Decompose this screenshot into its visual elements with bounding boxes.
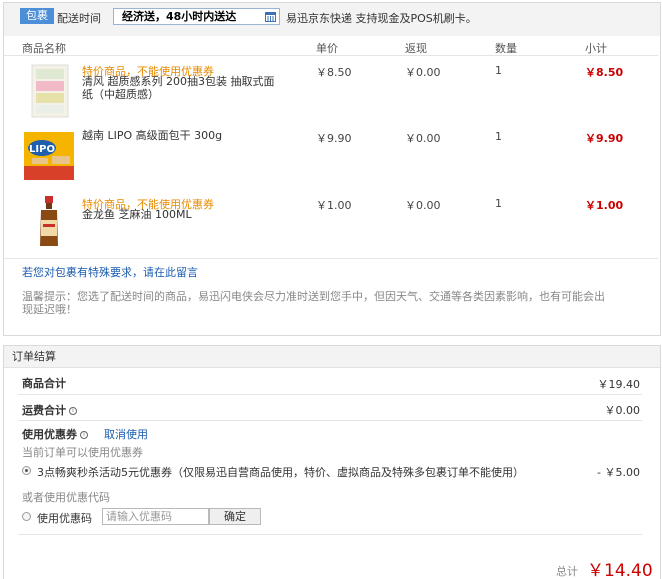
ship-time-select[interactable]: 经济送，48小时内送达 — [113, 8, 280, 25]
notice-line: 温馨提示：您选了配送时间的商品，易迅闪电侠会尽力准时送到您手中，但因天气、交通等… — [22, 290, 605, 303]
column-header-subtotal: 小计 — [585, 42, 607, 55]
shipping-total-value: ￥0.00 — [604, 404, 641, 417]
grand-total-label: 总计 — [556, 565, 578, 578]
product-name-line: 纸（中超质感） — [82, 88, 159, 101]
product-image-lipo[interactable]: LIPO — [22, 128, 76, 184]
cancel-coupon-link[interactable]: 取消使用 — [104, 426, 148, 442]
divider — [18, 394, 642, 395]
quantity: 1 — [495, 64, 502, 77]
svg-text:LIPO: LIPO — [29, 144, 55, 155]
info-icon[interactable]: i — [80, 431, 88, 439]
product-name-line: 清风 超质感系列 200抽3包装 抽取式面 — [82, 75, 275, 88]
delivery-notice: 温馨提示：您选了配送时间的商品，易迅闪电侠会尽力准时送到您手中，但因天气、交通等… — [22, 290, 662, 316]
column-header-price: 单价 — [316, 42, 338, 55]
quantity: 1 — [495, 197, 502, 210]
package-badge: 包裹 — [20, 8, 54, 24]
product-image-sesame-oil[interactable] — [22, 194, 76, 250]
coupon-discount-value: - ￥5.00 — [597, 466, 640, 479]
shipping-total-label: 运费合计 — [22, 404, 66, 417]
unit-price: ￥9.90 — [316, 132, 352, 145]
product-name[interactable]: 越南 LIPO 高级面包干 300g — [82, 129, 222, 142]
ship-time-value: 经济送，48小时内送达 — [122, 10, 237, 23]
info-icon[interactable]: i — [69, 407, 77, 415]
notice-line: 现延迟哦！ — [22, 303, 77, 316]
special-request-link[interactable]: 若您对包裹有特殊要求，请在此留言 — [22, 264, 198, 280]
column-header-quantity: 数量 — [495, 42, 517, 55]
ship-description: 易迅京东快递 支持现金及POS机刷卡。 — [286, 12, 477, 25]
product-name[interactable]: 金龙鱼 芝麻油 100ML — [82, 208, 192, 221]
divider — [3, 55, 658, 56]
unit-price: ￥8.50 — [316, 66, 352, 79]
cashback: ￥0.00 — [405, 66, 441, 79]
calendar-icon[interactable] — [265, 11, 276, 22]
coupon-section: 使用优惠券 i — [22, 426, 88, 442]
coupon-hint: 当前订单可以使用优惠券 — [22, 446, 143, 459]
subtotal: ￥1.00 — [585, 199, 624, 212]
coupon-option[interactable]: 3点畅爽秒杀活动5元优惠券（仅限易迅自营商品使用，特价、虚拟商品及特殊多包裹订单… — [37, 464, 524, 480]
shipping-total: 运费合计 i — [22, 402, 77, 418]
unit-price: ￥1.00 — [316, 199, 352, 212]
product-name[interactable]: 清风 超质感系列 200抽3包装 抽取式面 纸（中超质感） — [82, 75, 274, 101]
promo-code-input[interactable]: 请输入优惠码 — [102, 508, 209, 525]
subtotal: ￥9.90 — [585, 132, 624, 145]
product-image-tissue[interactable] — [22, 63, 76, 119]
divider — [18, 534, 642, 535]
goods-total-value: ￥19.40 — [597, 378, 641, 391]
column-header-cashback: 返现 — [405, 42, 427, 55]
cashback: ￥0.00 — [405, 132, 441, 145]
promo-code-hint: 或者使用优惠代码 — [22, 491, 110, 504]
ship-time-label: 配送时间 — [57, 12, 101, 25]
confirm-button[interactable]: 确定 — [209, 508, 261, 525]
divider — [3, 258, 658, 259]
goods-total-label: 商品合计 — [22, 377, 66, 390]
coupon-radio[interactable] — [22, 466, 31, 475]
grand-total-value: ￥14.40 — [587, 561, 653, 579]
promo-code-label: 使用优惠码 — [37, 512, 92, 525]
divider — [18, 420, 642, 421]
cashback: ￥0.00 — [405, 199, 441, 212]
column-header-name: 商品名称 — [22, 42, 66, 55]
settlement-title: 订单结算 — [4, 346, 660, 368]
coupon-label: 使用优惠券 — [22, 428, 77, 441]
subtotal: ￥8.50 — [585, 66, 624, 79]
quantity: 1 — [495, 130, 502, 143]
promo-code-radio[interactable] — [22, 512, 31, 521]
